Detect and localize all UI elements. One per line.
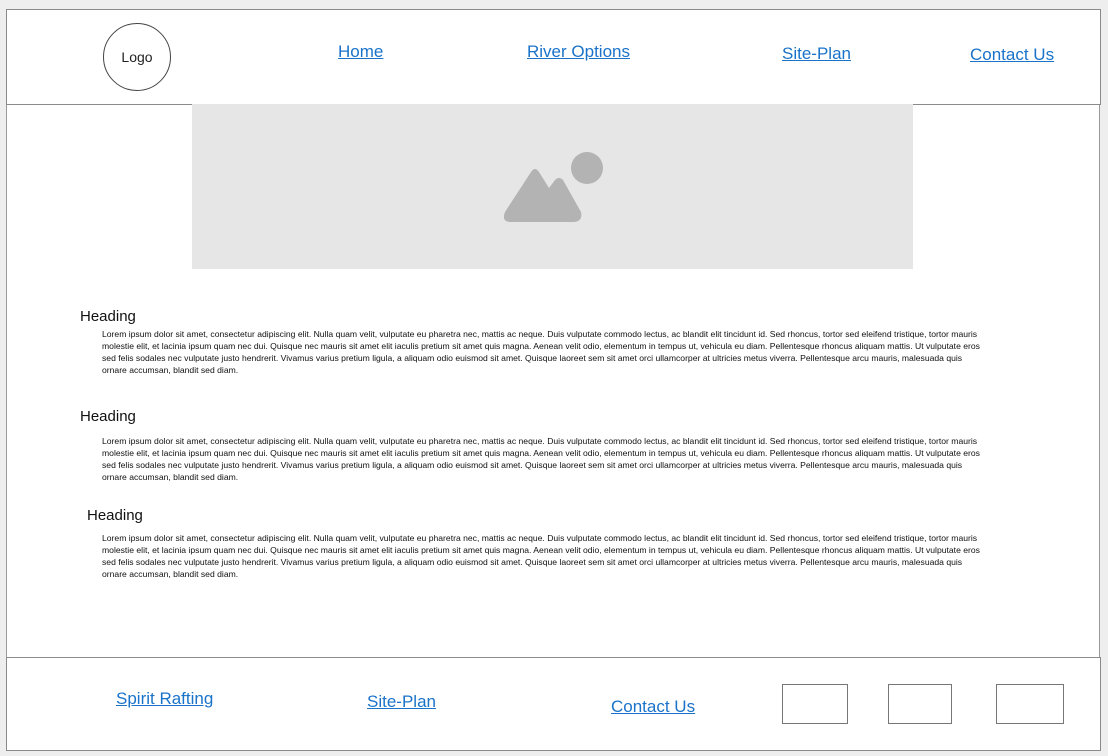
image-placeholder-icon: [503, 152, 603, 222]
nav-home-link[interactable]: Home: [338, 42, 383, 62]
logo-text: Logo: [121, 49, 153, 65]
section-body-1: Lorem ipsum dolor sit amet, consectetur …: [102, 329, 980, 375]
site-header: Logo Home River Options Site-Plan Contac…: [6, 9, 1101, 105]
nav-river-options-link[interactable]: River Options: [527, 42, 630, 62]
social-icon-placeholder-1[interactable]: [782, 684, 848, 724]
section-heading-1: Heading: [80, 308, 136, 325]
section-body-3: Lorem ipsum dolor sit amet, consectetur …: [102, 533, 980, 579]
footer-brand-link[interactable]: Spirit Rafting: [116, 689, 213, 709]
logo[interactable]: Logo: [103, 23, 171, 91]
section-heading-3: Heading: [87, 507, 143, 524]
nav-contact-us-link[interactable]: Contact Us: [970, 45, 1054, 65]
section-body-2: Lorem ipsum dolor sit amet, consectetur …: [102, 436, 980, 482]
section-heading-2: Heading: [80, 408, 136, 425]
nav-site-plan-link[interactable]: Site-Plan: [782, 44, 851, 64]
social-icon-placeholder-2[interactable]: [888, 684, 952, 724]
footer-contact-us-link[interactable]: Contact Us: [611, 697, 695, 717]
hero-image-placeholder: [192, 104, 913, 269]
footer-site-plan-link[interactable]: Site-Plan: [367, 692, 436, 712]
site-footer: Spirit Rafting Site-Plan Contact Us: [6, 657, 1101, 751]
social-icon-placeholder-3[interactable]: [996, 684, 1064, 724]
